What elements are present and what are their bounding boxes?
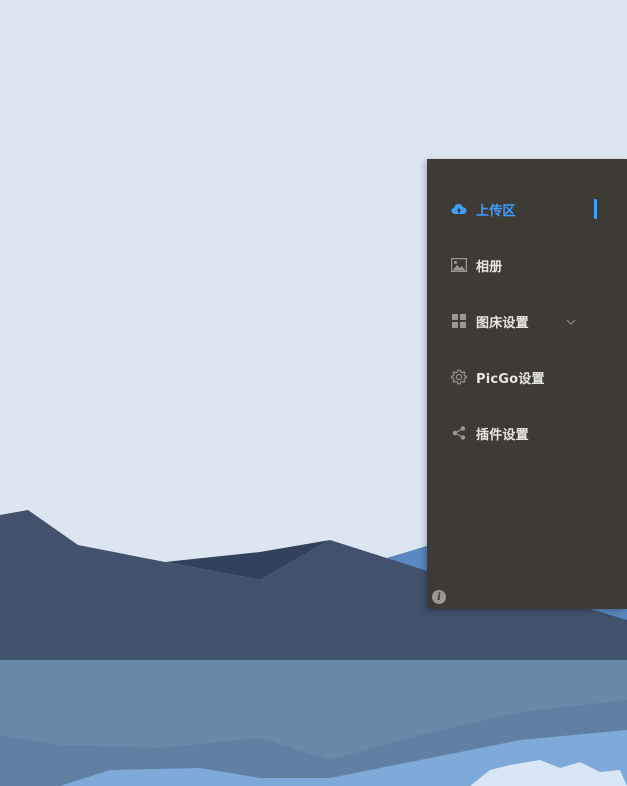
menu-item-label: 插件设置: [476, 427, 529, 443]
menu-item-label: 相册: [476, 259, 503, 275]
side-menu: 上传区 相册 图床设置 PicGo设置 插件设置: [427, 181, 627, 461]
menu-item-plugin-settings[interactable]: 插件设置: [427, 405, 627, 461]
menu-item-label: PicGo设置: [476, 371, 545, 387]
menu-item-label: 图床设置: [476, 315, 529, 331]
active-indicator: [594, 199, 597, 219]
menu-item-label: 上传区: [476, 203, 516, 219]
share-icon: [451, 425, 467, 441]
menu-item-gallery[interactable]: 相册: [427, 237, 627, 293]
chevron-down-icon[interactable]: [565, 313, 577, 325]
menu-item-image-host-settings[interactable]: 图床设置: [427, 293, 627, 349]
info-icon[interactable]: i: [432, 590, 446, 604]
menu-item-upload[interactable]: 上传区: [427, 181, 627, 237]
gear-icon: [451, 369, 467, 385]
side-menu-panel: 上传区 相册 图床设置 PicGo设置 插件设置 i: [427, 159, 627, 609]
cloud-upload-icon: [451, 201, 467, 217]
menu-item-picgo-settings[interactable]: PicGo设置: [427, 349, 627, 405]
image-icon: [451, 257, 467, 273]
grid-icon: [451, 313, 467, 329]
